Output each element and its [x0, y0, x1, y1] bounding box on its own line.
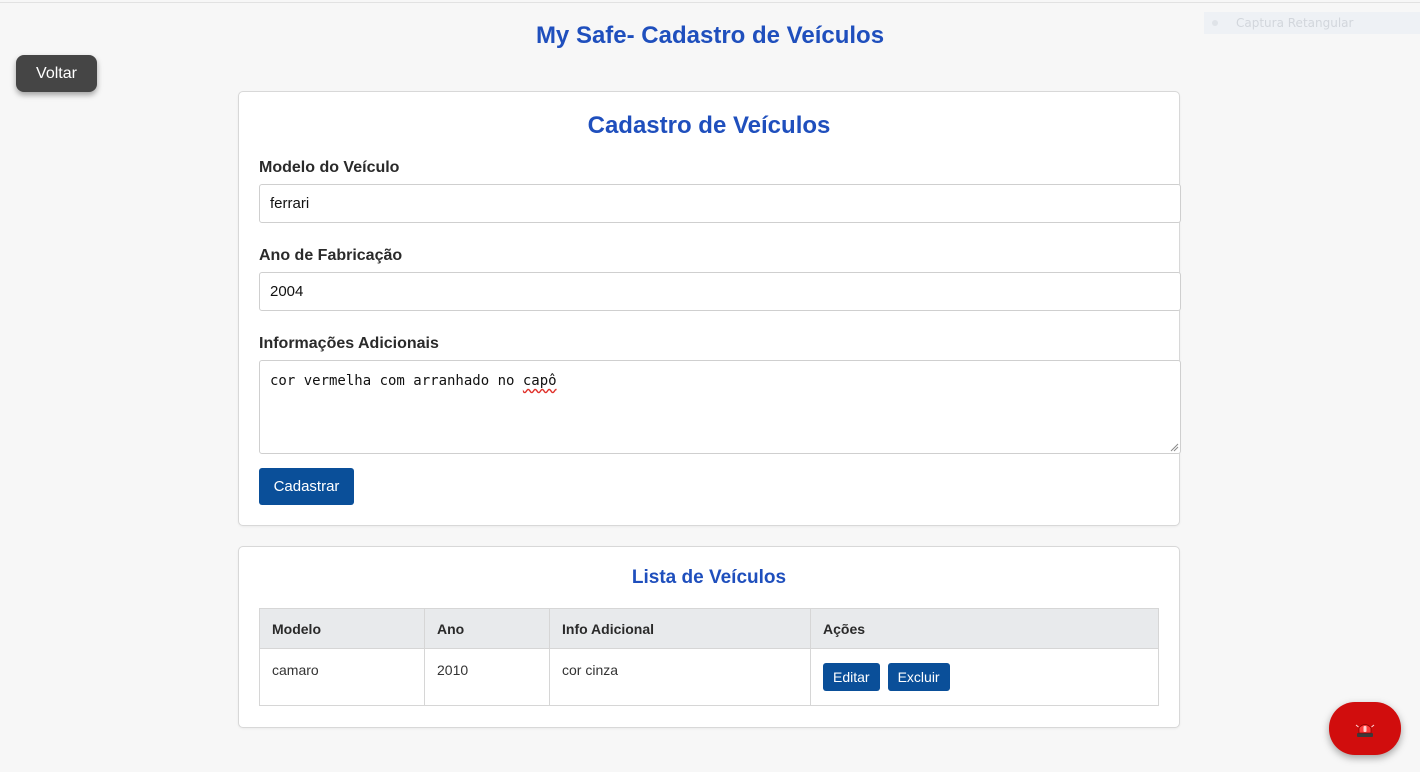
form-title: Cadastro de Veículos [587, 112, 831, 139]
capture-dot-icon [1212, 20, 1218, 26]
edit-button[interactable]: Editar [823, 663, 880, 691]
delete-button[interactable]: Excluir [887, 663, 950, 691]
capture-widget[interactable]: Captura Retangular [1204, 12, 1420, 34]
table-row: camaro 2010 cor cinza Editar Excluir [259, 648, 1159, 706]
list-title: Lista de Veículos [631, 567, 787, 588]
model-input[interactable] [259, 184, 1181, 223]
vehicles-table: Modelo Ano Info Adicional Ações camaro 2… [259, 608, 1159, 706]
cell-info: cor cinza [549, 648, 811, 706]
submit-button[interactable]: Cadastrar [259, 468, 354, 505]
vehicle-list-card: Lista de Veículos Modelo Ano Info Adicio… [238, 546, 1180, 728]
siren-icon [1355, 723, 1375, 737]
cell-ano: 2010 [424, 648, 550, 706]
column-header-info: Info Adicional [549, 608, 811, 649]
info-textarea[interactable] [259, 360, 1181, 454]
column-header-modelo: Modelo [259, 608, 425, 649]
alarm-button[interactable] [1329, 702, 1401, 755]
column-header-ano: Ano [424, 608, 550, 649]
vehicle-form-card: Cadastro de Veículos Modelo do Veículo A… [238, 91, 1181, 526]
year-label: Ano de Fabricação [259, 247, 403, 264]
cell-actions: Editar Excluir [810, 648, 1159, 706]
back-button[interactable]: Voltar [16, 55, 97, 92]
column-header-acoes: Ações [810, 608, 1159, 649]
top-border [0, 2, 1420, 3]
cell-modelo: camaro [259, 648, 425, 706]
capture-widget-label: Captura Retangular [1236, 16, 1354, 30]
table-header-row: Modelo Ano Info Adicional Ações [259, 608, 1159, 649]
info-label: Informações Adicionais [259, 335, 439, 352]
model-label: Modelo do Veículo [259, 159, 400, 176]
year-input[interactable] [259, 272, 1181, 311]
